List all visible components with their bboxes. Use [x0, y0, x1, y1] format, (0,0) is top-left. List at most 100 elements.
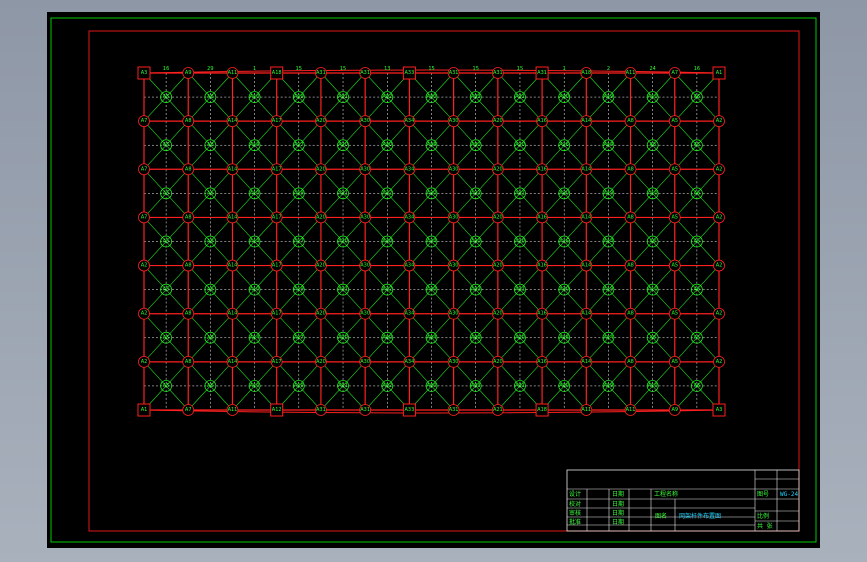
bottom-node-label: A19: [604, 190, 614, 196]
top-node-label: A3: [716, 407, 723, 413]
top-node-label: A17: [272, 359, 282, 365]
top-node-label: A21: [493, 407, 503, 413]
top-node-label: A16: [537, 118, 547, 124]
top-node-label: A5: [671, 166, 678, 172]
top-node-label: A2: [141, 359, 148, 365]
bottom-node-label: A30: [427, 287, 437, 293]
bottom-node-label: A16: [559, 239, 569, 245]
bottom-node-label: A6: [207, 287, 214, 293]
bottom-node-label: A5: [163, 335, 170, 341]
bottom-node-label: A16: [559, 335, 569, 341]
bottom-node-label: A6: [207, 94, 214, 100]
top-node-label: A14: [581, 214, 591, 220]
bottom-node-label: A33: [471, 190, 481, 196]
top-node-label: A20: [493, 166, 503, 172]
bottom-node-label: A19: [294, 190, 304, 196]
bottom-node-label: A10: [648, 287, 658, 293]
top-node-label: A14: [228, 311, 238, 317]
top-node-label: A31: [316, 70, 326, 76]
bottom-node-label: A5: [163, 287, 170, 293]
drawing-frame: [88, 30, 800, 532]
truss-grid: 16 29 1 15 15 13 15 15 15 1 2 24 16 A5 A5 A5 A5 A5 A5 A5 A6 A…: [137, 66, 726, 417]
edge-dim-label: 16: [694, 66, 700, 72]
edge-dim-label: 29: [207, 66, 213, 72]
bottom-node-label: A10: [648, 383, 658, 389]
top-node-label: A7: [141, 166, 148, 172]
top-node-label: A1: [716, 70, 723, 76]
top-node-label: A31: [449, 407, 459, 413]
bottom-node-label: A20: [338, 239, 348, 245]
bottom-node-label: A17: [294, 142, 304, 148]
top-node-label: A30: [449, 311, 459, 317]
bottom-node-label: A32: [382, 94, 392, 100]
top-node-label: A2: [716, 118, 723, 124]
top-node-label: A34: [404, 118, 414, 124]
top-node-label: A3: [141, 70, 148, 76]
bottom-node-label: A31: [338, 287, 348, 293]
top-node-label: A14: [581, 263, 591, 269]
bottom-node-label: A5: [163, 383, 170, 389]
top-node-label: A8: [185, 311, 192, 317]
bottom-node-label: A5: [163, 142, 170, 148]
bottom-node-label: A10: [648, 190, 658, 196]
top-node-label: A31: [360, 407, 370, 413]
top-node-label: A30: [449, 214, 459, 220]
top-node-label: A5: [671, 263, 678, 269]
top-node-label: A31: [449, 70, 459, 76]
top-node-label: A30: [449, 359, 459, 365]
edge-dim-label: 24: [649, 66, 655, 72]
cad-viewport: 16 29 1 15 15 13 15 15 15 1 2 24 16 A5 A5 A5 A5 A5 A5 A5 A6 A…: [0, 0, 867, 562]
bottom-node-label: A30: [471, 239, 481, 245]
top-node-label: A33: [404, 70, 414, 76]
top-node-label: A14: [228, 166, 238, 172]
edge-dim-label: 1: [253, 66, 256, 72]
bottom-node-label: A19: [294, 383, 304, 389]
top-node-label: A17: [272, 214, 282, 220]
title-block: 设计 日期 工程名称 校对 日期 审核 日期 图名 网架杆件布置图 批准 日期 …: [566, 469, 800, 532]
top-node-label: A8: [185, 263, 192, 269]
bottom-node-label: A14: [604, 142, 614, 148]
top-node-label: A34: [404, 263, 414, 269]
bottom-node-label: A30: [471, 142, 481, 148]
bottom-node-label: A14: [604, 335, 614, 341]
bottom-node-label: A5: [163, 94, 170, 100]
bottom-node-label: A32: [382, 383, 392, 389]
top-node-label: A20: [493, 311, 503, 317]
top-node-label: A20: [316, 263, 326, 269]
bottom-node-label: A10: [250, 190, 260, 196]
bottom-node-label: A20: [515, 335, 525, 341]
bottom-node-label: A31: [338, 383, 348, 389]
top-node-label: A12: [272, 407, 282, 413]
bottom-node-label: A5: [694, 239, 701, 245]
bottom-node-label: A6: [207, 383, 214, 389]
bottom-node-label: A6: [694, 94, 701, 100]
bottom-node-label: A20: [338, 335, 348, 341]
edge-dim-label: 15: [473, 66, 479, 72]
edge-dim-label: 2: [607, 66, 610, 72]
tb-row4-c2: 日期: [612, 518, 624, 526]
top-node-label: A7: [141, 214, 148, 220]
bottom-node-label: A30: [382, 142, 392, 148]
tb-project-name: 工程名称: [654, 490, 678, 498]
tb-code-label: 图号: [757, 491, 769, 498]
bottom-node-label: A30: [427, 190, 437, 196]
bottom-node-label: A6: [694, 383, 701, 389]
top-node-label: A8: [627, 118, 634, 124]
top-node-label: A8: [627, 359, 634, 365]
bottom-node-label: A19: [604, 94, 614, 100]
top-node-label: A20: [316, 118, 326, 124]
top-node-label: A1: [141, 407, 148, 413]
bottom-node-label: A20: [338, 142, 348, 148]
top-node-label: A11: [626, 70, 636, 76]
bottom-node-label: A31: [515, 94, 525, 100]
drawing-canvas[interactable]: 16 29 1 15 15 13 15 15 15 1 2 24 16 A5 A5 A5 A5 A5 A5 A5 A6 A…: [47, 12, 820, 548]
top-node-label: A17: [272, 118, 282, 124]
top-node-label: A11: [228, 70, 238, 76]
bottom-node-label: A30: [471, 335, 481, 341]
bottom-node-label: A34: [427, 142, 437, 148]
top-node-label: A16: [537, 359, 547, 365]
tb-row1-c2: 日期: [612, 490, 624, 498]
top-node-label: A14: [581, 311, 591, 317]
top-node-label: A5: [671, 214, 678, 220]
bottom-node-label: A19: [604, 383, 614, 389]
